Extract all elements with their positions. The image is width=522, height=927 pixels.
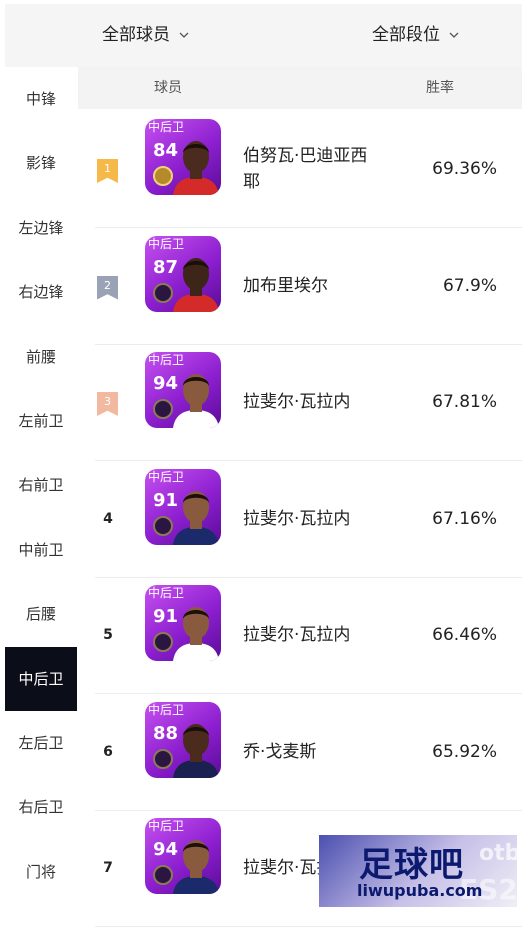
card-rating: 84 <box>153 140 179 161</box>
table-row[interactable]: 1 中后卫 84 伯努瓦·巴迪亚西耶 69.36% <box>95 111 522 228</box>
watermark-site-name: 足球吧 <box>359 845 464 885</box>
player-card[interactable]: 中后卫 91 <box>145 468 221 545</box>
filter-bar: 全部球员 全部段位 <box>5 4 522 67</box>
sidebar-item-position[interactable]: 中后卫 <box>5 646 77 711</box>
player-portrait-icon <box>173 374 219 428</box>
card-rating: 94 <box>153 373 179 394</box>
player-portrait-icon <box>173 723 219 778</box>
player-card[interactable]: 中后卫 87 <box>145 235 221 312</box>
card-rating: 87 <box>153 256 179 278</box>
card-badge-icon <box>153 166 173 186</box>
card-position-label: 中后卫 <box>148 469 185 484</box>
player-name: 伯努瓦·巴迪亚西耶 <box>243 111 368 227</box>
sidebar-item-position[interactable]: 左前卫 <box>5 389 77 453</box>
table-row[interactable]: 6 中后卫 88 乔·戈麦斯 65.92% <box>95 694 522 811</box>
rank-number: 2 <box>104 278 111 292</box>
sidebar-item-position[interactable]: 影锋 <box>5 131 77 195</box>
position-sidebar: 中锋 影锋 左边锋 右边锋 前腰 左前卫 右前卫 中前卫 后腰 中后卫 左后卫 右后卫 门将 <box>5 67 77 911</box>
watermark-url: liwupuba.com <box>357 881 483 900</box>
rank-filter-dropdown[interactable]: 全部段位 <box>372 4 459 67</box>
win-rate: 65.92% <box>432 741 497 762</box>
ranking-table: 球员 胜率 1 中后卫 84 伯努瓦·巴迪亚西耶 69.36% 2 中后卫 87… <box>78 67 522 927</box>
table-header: 球员 胜率 <box>78 67 522 109</box>
card-badge-icon <box>153 748 173 769</box>
chevron-down-icon <box>179 32 189 38</box>
card-position-label: 中后卫 <box>148 120 185 134</box>
table-row[interactable]: 3 中后卫 94 拉斐尔·瓦拉内 67.81% <box>95 344 522 461</box>
rank-number: 3 <box>104 395 111 408</box>
card-rating: 94 <box>153 839 179 860</box>
player-portrait-icon <box>173 141 219 195</box>
sidebar-item-position[interactable]: 左后卫 <box>5 711 77 775</box>
players-filter-label: 全部球员 <box>102 25 170 45</box>
table-row[interactable]: 2 中后卫 87 加布里埃尔 67.9% <box>95 228 522 345</box>
player-portrait-icon <box>173 490 219 545</box>
rank-number: 6 <box>103 743 113 760</box>
players-filter-dropdown[interactable]: 全部球员 <box>102 4 189 67</box>
player-name: 拉斐尔·瓦拉内 <box>243 461 368 577</box>
win-rate: 67.16% <box>432 508 497 529</box>
sidebar-item-position[interactable]: 中锋 <box>5 67 77 131</box>
chevron-down-icon <box>449 32 459 38</box>
card-position-label: 中后卫 <box>148 819 185 833</box>
column-header-winrate: 胜率 <box>426 80 454 96</box>
card-rating: 91 <box>153 489 179 511</box>
player-portrait-icon <box>173 840 219 894</box>
player-name-text: 加布里埃尔 <box>243 275 328 296</box>
sidebar-item-position[interactable]: 右前卫 <box>5 453 77 517</box>
player-card[interactable]: 中后卫 91 <box>145 585 221 661</box>
player-name-text: 拉斐尔·瓦拉内 <box>243 392 351 412</box>
rank-ribbon-icon: 3 <box>97 392 118 416</box>
sidebar-item-position[interactable]: 前腰 <box>5 325 77 389</box>
player-card[interactable]: 中后卫 84 <box>145 119 221 195</box>
card-position-label: 中后卫 <box>148 586 185 600</box>
player-name-text: 乔·戈麦斯 <box>243 741 317 762</box>
card-rating: 91 <box>153 606 179 627</box>
win-rate: 67.81% <box>432 392 497 412</box>
player-name: 乔·戈麦斯 <box>243 694 368 810</box>
rank-ribbon-icon: 2 <box>97 275 118 300</box>
card-badge-icon <box>153 399 173 419</box>
player-name: 加布里埃尔 <box>243 228 368 344</box>
column-header-player: 球员 <box>154 80 182 96</box>
player-name-text: 拉斐尔·瓦拉内 <box>243 625 351 645</box>
win-rate: 66.46% <box>432 625 497 645</box>
player-name-text: 伯努瓦·巴迪亚西耶 <box>243 146 368 192</box>
rank-number: 5 <box>103 627 113 643</box>
card-rating: 88 <box>153 722 179 744</box>
player-name-text: 拉斐尔·瓦拉内 <box>243 508 351 529</box>
watermark-backdrop-text: otba <box>479 841 517 866</box>
card-badge-icon <box>153 515 173 536</box>
player-name: 拉斐尔·瓦拉内 <box>243 577 368 693</box>
card-badge-icon <box>153 865 173 885</box>
sidebar-item-position[interactable]: 门将 <box>5 840 77 904</box>
rank-number: 7 <box>103 860 113 876</box>
sidebar-item-position[interactable]: 左边锋 <box>5 196 77 260</box>
win-rate: 67.9% <box>442 275 497 296</box>
card-badge-icon <box>153 632 173 652</box>
player-card[interactable]: 中后卫 88 <box>145 701 221 778</box>
rank-filter-label: 全部段位 <box>372 25 440 45</box>
card-position-label: 中后卫 <box>148 236 185 251</box>
card-badge-icon <box>153 282 173 303</box>
sidebar-item-position[interactable]: 后腰 <box>5 582 77 646</box>
player-card[interactable]: 中后卫 94 <box>145 818 221 894</box>
player-name: 拉斐尔·瓦拉内 <box>243 344 368 460</box>
card-position-label: 中后卫 <box>148 353 185 367</box>
player-card[interactable]: 中后卫 94 <box>145 352 221 428</box>
sidebar-item-position[interactable]: 右边锋 <box>5 260 77 324</box>
table-row[interactable]: 5 中后卫 91 拉斐尔·瓦拉内 66.46% <box>95 577 522 694</box>
sidebar-item-position[interactable]: 中前卫 <box>5 518 77 582</box>
sidebar-item-position[interactable]: 右后卫 <box>5 775 77 839</box>
win-rate: 69.36% <box>432 159 497 179</box>
site-watermark: otba ES20 足球吧 liwupuba.com <box>319 835 517 907</box>
rank-ribbon-icon: 1 <box>97 159 118 183</box>
rank-number: 4 <box>103 510 113 527</box>
table-row[interactable]: 4 中后卫 91 拉斐尔·瓦拉内 67.16% <box>95 461 522 578</box>
card-position-label: 中后卫 <box>148 702 185 717</box>
player-portrait-icon <box>173 257 219 312</box>
player-portrait-icon <box>173 607 219 661</box>
rank-number: 1 <box>104 162 111 175</box>
